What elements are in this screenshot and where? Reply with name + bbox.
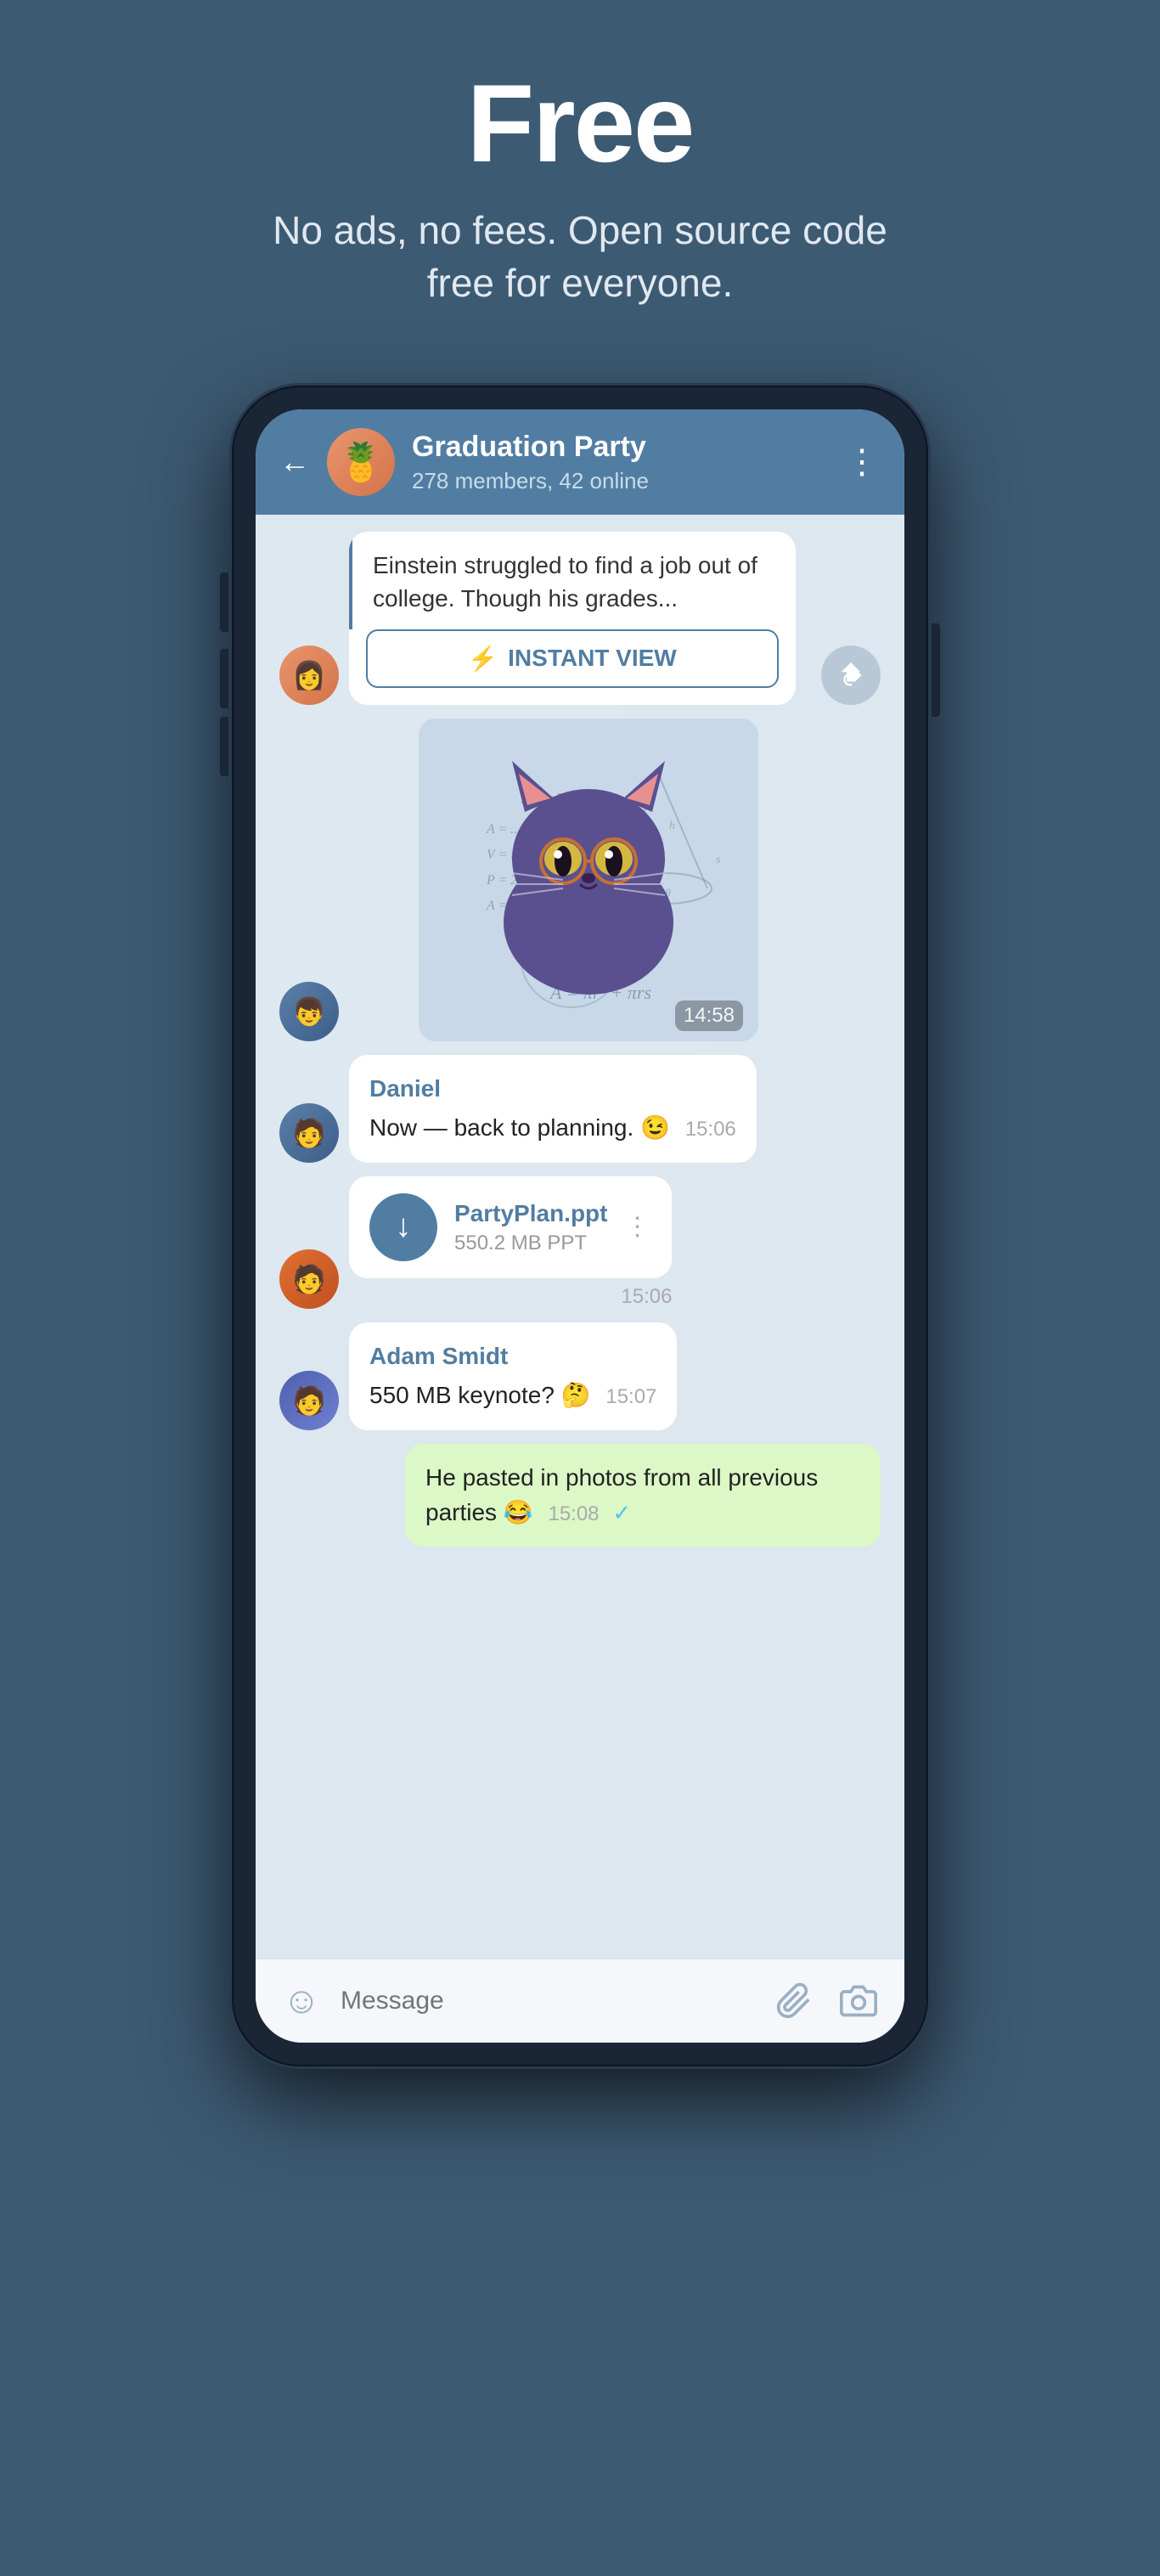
file-time: 15:06 [349, 1285, 672, 1309]
instant-view-label: INSTANT VIEW [508, 645, 677, 672]
svg-text:s: s [716, 854, 721, 866]
daniel-avatar: 🧑 [279, 1103, 339, 1163]
sticker-message-row: 👦 [279, 719, 881, 1041]
sticker-time: 14:58 [675, 1001, 743, 1031]
article-sender-avatar: 👩 [279, 645, 339, 705]
file-bubble: ↓ PartyPlan.ppt 550.2 MB PPT ⋮ [349, 1176, 672, 1278]
chat-meta: 278 members, 42 online [412, 468, 828, 494]
sticker-background: l = πr² A = ... V = l³ P = 2πr A = πr³ s… [419, 719, 758, 1041]
chat-header: ← 🍍 Graduation Party 278 members, 42 onl… [256, 409, 904, 515]
file-sender-avatar: 🧑 [279, 1249, 339, 1309]
article-bubble: Einstein struggled to find a job out of … [349, 532, 796, 704]
sticker-container: l = πr² A = ... V = l³ P = 2πr A = πr³ s… [419, 719, 758, 1041]
self-message-row: He pasted in photos from all previous pa… [279, 1444, 881, 1547]
chat-info: Graduation Party 278 members, 42 online [412, 430, 828, 494]
instant-view-button[interactable]: ⚡ INSTANT VIEW [366, 629, 779, 688]
emoji-button[interactable]: ☺ [276, 1976, 327, 2026]
self-text: He pasted in photos from all previous pa… [425, 1461, 860, 1530]
self-time: 15:08 [548, 1502, 599, 1525]
adam-avatar: 🧑 [279, 1371, 339, 1430]
daniel-bubble: Daniel Now — back to planning. 😉 15:06 [349, 1055, 757, 1163]
phone-screen: ← 🍍 Graduation Party 278 members, 42 onl… [256, 409, 904, 2043]
chat-avatar: 🍍 [327, 428, 395, 496]
camera-button[interactable] [833, 1976, 884, 2026]
sent-tick-icon: ✓ [612, 1500, 631, 1525]
article-message-row: 👩 Einstein struggled to find a job out o… [279, 532, 881, 704]
download-icon: ↓ [396, 1209, 412, 1245]
message-input[interactable] [341, 1975, 755, 2027]
hero-subtitle: No ads, no fees. Open source code free f… [240, 204, 920, 309]
cat-sticker-svg [470, 736, 707, 999]
bottom-space [0, 2066, 1160, 2576]
paperclip-icon [775, 1982, 813, 2020]
emoji-icon: ☺ [283, 1980, 321, 2022]
phone-shell: ← 🍍 Graduation Party 278 members, 42 onl… [232, 386, 928, 2066]
daniel-text: Now — back to planning. 😉 15:06 [369, 1111, 736, 1146]
input-bar: ☺ [256, 1959, 904, 2043]
daniel-name: Daniel [369, 1072, 736, 1107]
chat-name: Graduation Party [412, 430, 828, 465]
more-button[interactable]: ⋮ [845, 442, 881, 482]
adam-name: Adam Smidt [369, 1339, 656, 1374]
camera-icon [840, 1982, 877, 2020]
back-button[interactable]: ← [279, 444, 310, 480]
phone-wrapper: ← 🍍 Graduation Party 278 members, 42 onl… [232, 386, 928, 2066]
file-info: PartyPlan.ppt 550.2 MB PPT [454, 1199, 607, 1255]
hero-title: Free [467, 68, 694, 178]
self-bubble: He pasted in photos from all previous pa… [405, 1444, 881, 1547]
article-text: Einstein struggled to find a job out of … [349, 532, 796, 628]
attach-button[interactable] [769, 1976, 819, 2026]
adam-text: 550 MB keynote? 🤔 15:07 [369, 1378, 656, 1413]
sticker-sender-avatar: 👦 [279, 982, 339, 1041]
adam-time: 15:07 [605, 1385, 656, 1408]
adam-message-row: 🧑 Adam Smidt 550 MB keynote? 🤔 15:07 [279, 1322, 881, 1430]
forward-button[interactable] [821, 645, 881, 705]
lightning-icon: ⚡ [468, 645, 498, 673]
file-size: 550.2 MB PPT [454, 1232, 607, 1255]
file-name: PartyPlan.ppt [454, 1199, 607, 1228]
messages-area: 👩 Einstein struggled to find a job out o… [256, 515, 904, 1959]
hero-section: Free No ads, no fees. Open source code f… [0, 0, 1160, 360]
file-more-button[interactable]: ⋮ [624, 1212, 651, 1242]
file-download-button[interactable]: ↓ [369, 1193, 437, 1261]
daniel-time: 15:06 [685, 1118, 736, 1141]
file-message-row: 🧑 ↓ PartyPlan.ppt 550.2 MB PPT ⋮ [279, 1176, 881, 1309]
adam-bubble: Adam Smidt 550 MB keynote? 🤔 15:07 [349, 1322, 677, 1430]
daniel-message-row: 🧑 Daniel Now — back to planning. 😉 15:06 [279, 1055, 881, 1163]
